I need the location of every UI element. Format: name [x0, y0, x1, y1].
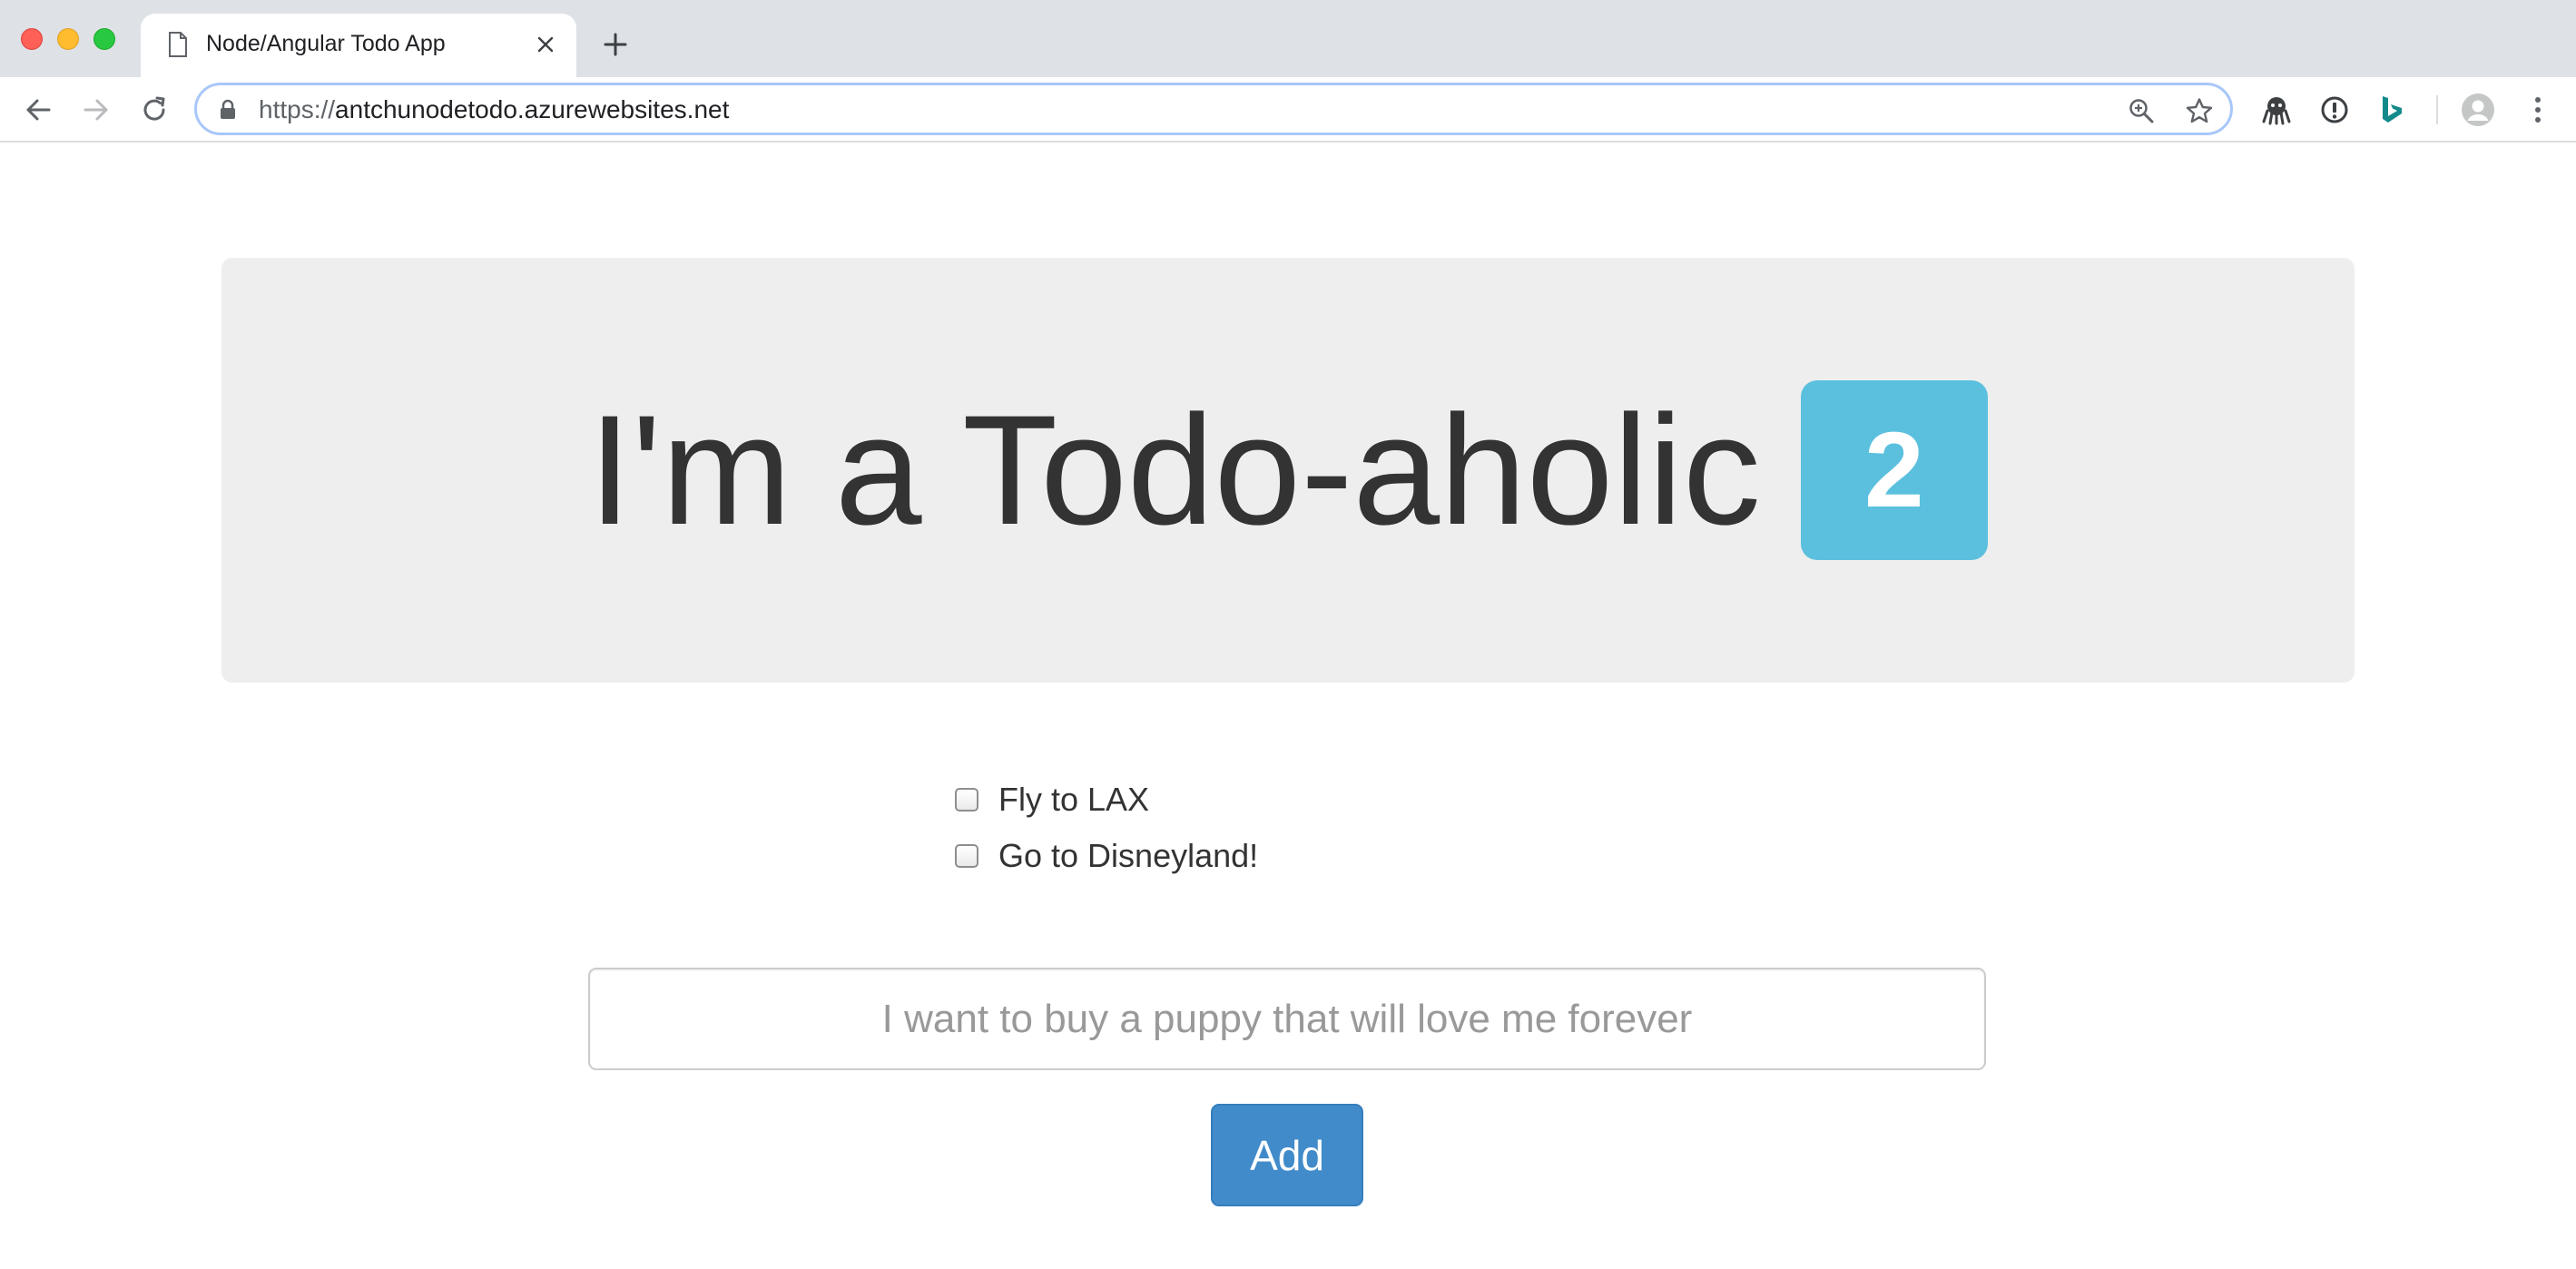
close-window-button[interactable] — [21, 28, 43, 50]
new-todo-input[interactable] — [588, 968, 1986, 1070]
bing-icon[interactable] — [2373, 90, 2413, 130]
todo-item[interactable]: Fly to LAX — [955, 772, 1258, 828]
new-tab-icon[interactable] — [595, 25, 635, 64]
todo-list: Fly to LAX Go to Disneyland! — [955, 772, 1258, 884]
header-jumbotron: I'm a Todo-aholic 2 — [221, 258, 2355, 683]
browser-tab[interactable]: Node/Angular Todo App — [141, 14, 576, 77]
todo-checkbox[interactable] — [955, 788, 978, 812]
toolbar-separator — [2436, 95, 2438, 124]
url-text[interactable]: https://antchunodetodo.azurewebsites.net — [259, 95, 729, 124]
zoom-icon[interactable] — [2123, 93, 2159, 129]
todo-item[interactable]: Go to Disneyland! — [955, 828, 1258, 884]
tab-title: Node/Angular Todo App — [206, 31, 446, 56]
browser-titlebar: Node/Angular Todo App — [0, 0, 2576, 77]
profile-avatar-icon[interactable] — [2458, 90, 2498, 130]
url-host: antchunodetodo.azurewebsites.net — [335, 95, 730, 123]
extension-octopus-icon[interactable] — [2256, 90, 2296, 130]
browser-toolbar: https://antchunodetodo.azurewebsites.net — [0, 77, 2576, 143]
todo-checkbox[interactable] — [955, 844, 978, 868]
zoom-window-button[interactable] — [93, 28, 115, 50]
todo-label: Fly to LAX — [998, 781, 1150, 818]
page-title: I'm a Todo-aholic — [588, 383, 1761, 557]
todo-count-badge: 2 — [1800, 380, 1988, 560]
close-tab-icon[interactable] — [529, 28, 562, 61]
reload-icon[interactable] — [134, 90, 174, 130]
address-bar[interactable]: https://antchunodetodo.azurewebsites.net — [194, 83, 2233, 135]
minimize-window-button[interactable] — [57, 28, 79, 50]
url-scheme: https:// — [259, 95, 336, 123]
bookmark-star-icon[interactable] — [2181, 93, 2217, 129]
document-icon — [168, 32, 188, 57]
back-icon[interactable] — [18, 90, 58, 130]
forward-icon[interactable] — [76, 90, 116, 130]
extension-info-icon[interactable] — [2315, 90, 2355, 130]
browser-menu-icon[interactable] — [2518, 90, 2558, 130]
lock-icon[interactable] — [219, 99, 237, 121]
todo-label: Go to Disneyland! — [998, 837, 1259, 874]
add-button[interactable]: Add — [1211, 1104, 1363, 1206]
page-heading: I'm a Todo-aholic 2 — [221, 258, 2355, 683]
